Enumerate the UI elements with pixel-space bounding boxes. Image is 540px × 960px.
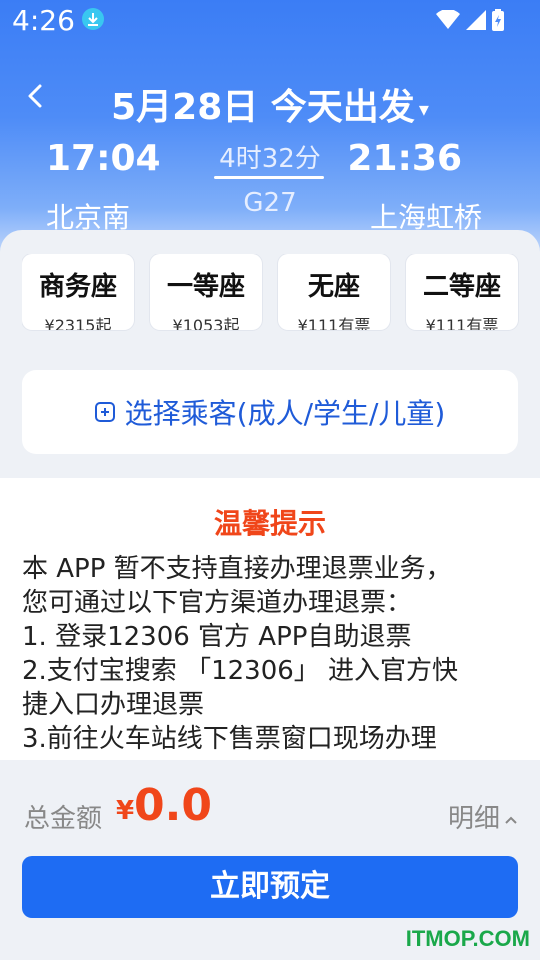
total-label: 总金额 xyxy=(24,804,103,834)
signal-icon xyxy=(466,10,486,30)
date-selector[interactable]: 5月28日 今天出发 ▾ xyxy=(0,78,540,130)
seat-card-no-seat[interactable]: 无座 ¥111有票 xyxy=(278,254,390,330)
seat-card-second-class[interactable]: 二等座 ¥111有票 xyxy=(406,254,518,330)
seat-name: 二等座 xyxy=(422,272,501,302)
seat-card-business[interactable]: 商务座 ¥2315起 xyxy=(22,254,134,330)
status-bar: 4:26 xyxy=(0,0,540,44)
seat-price: ¥1053起 xyxy=(172,316,240,330)
seat-options: 商务座 ¥2315起 一等座 ¥1053起 无座 ¥111有票 二等座 ¥111… xyxy=(22,254,540,332)
tips-line: 2.支付宝搜索 「12306」 进入官方快 xyxy=(22,656,459,686)
select-passenger-label: 选择乘客(成人/学生/儿童) xyxy=(124,397,446,430)
footer: 总金额 ¥ 0.0 明细 立即预定 ITMOP.COM xyxy=(0,760,540,960)
booking-panel: 商务座 ¥2315起 一等座 ¥1053起 无座 ¥111有票 二等座 ¥111… xyxy=(0,230,540,480)
tips-line: 1. 登录12306 官方 APP自助退票 xyxy=(22,622,412,652)
detail-toggle[interactable]: 明细 xyxy=(448,798,518,835)
detail-label: 明细 xyxy=(447,804,500,834)
seat-price: ¥111有票 xyxy=(425,316,499,330)
tips-body: 本 APP 暂不支持直接办理退票业务， 您可通过以下官方渠道办理退票： 1. 登… xyxy=(22,552,522,756)
caret-down-icon: ▾ xyxy=(418,97,429,121)
seat-name: 无座 xyxy=(307,272,360,302)
battery-icon xyxy=(492,9,504,31)
train-number: G27 xyxy=(243,188,297,218)
seat-card-first-class[interactable]: 一等座 ¥1053起 xyxy=(150,254,262,330)
total-amount: 0.0 xyxy=(134,780,212,831)
tips-line: 3.前往火车站线下售票窗口现场办理 xyxy=(22,724,437,754)
tips-title: 温馨提示 xyxy=(213,507,326,540)
chevron-up-icon xyxy=(505,816,517,824)
add-icon xyxy=(94,402,115,422)
trip-duration: 4时32分 xyxy=(219,144,321,174)
wifi-icon xyxy=(436,10,460,29)
seat-price: ¥111有票 xyxy=(297,316,371,330)
nav-bar: 5月28日 今天出发 ▾ xyxy=(0,72,540,132)
depart-time: 17:04 xyxy=(46,138,161,179)
tips-line: 您可通过以下官方渠道办理退票： xyxy=(22,588,413,618)
tips-line: 本 APP 暂不支持直接办理退票业务， xyxy=(22,554,452,584)
watermark: ITMOP.COM xyxy=(405,926,530,951)
book-now-button[interactable]: 立即预定 xyxy=(22,856,518,918)
duration-line xyxy=(214,176,324,179)
seat-name: 商务座 xyxy=(38,272,117,302)
tips-dialog: 温馨提示 本 APP 暂不支持直接办理退票业务， 您可通过以下官方渠道办理退票：… xyxy=(0,478,540,760)
download-icon xyxy=(82,8,104,30)
select-passenger-button[interactable]: 选择乘客(成人/学生/儿童) xyxy=(22,370,518,454)
arrive-time: 21:36 xyxy=(347,138,462,179)
seat-price: ¥2315起 xyxy=(44,316,112,330)
date-title: 5月28日 今天出发 xyxy=(111,87,415,128)
seat-name: 一等座 xyxy=(166,272,245,302)
tips-line: 捷入口办理退票 xyxy=(22,690,205,720)
currency-symbol: ¥ xyxy=(116,796,135,826)
status-time: 4:26 xyxy=(12,4,75,37)
